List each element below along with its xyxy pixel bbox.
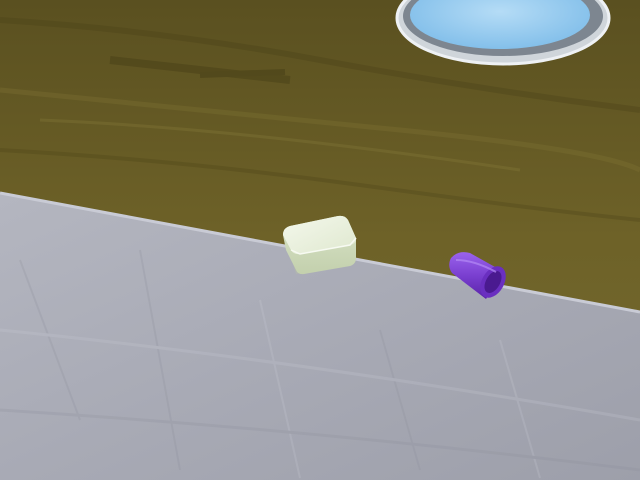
scene-canvas (0, 0, 640, 480)
simulated-scene (0, 0, 640, 480)
